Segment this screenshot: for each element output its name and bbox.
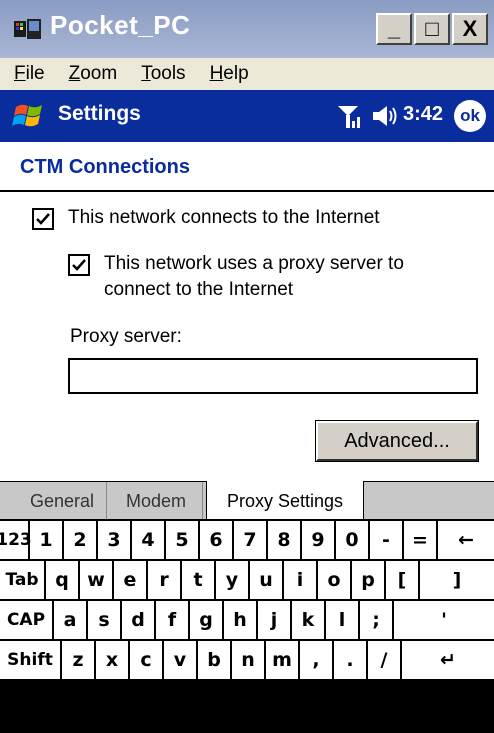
- proxy-checkbox-label-line2: connect to the Internet: [104, 279, 294, 300]
- soft-input-panel: 123 1 2 3 4 5 6 7 8 9 0- = ← Tab q w e r t y u i o p[] CAP a s d f…: [0, 519, 494, 681]
- key-row1-4[interactable]: 4: [132, 521, 166, 559]
- key-row4-3[interactable]: c: [130, 641, 164, 679]
- key-row1-11[interactable]: -: [370, 521, 404, 559]
- keyboard-row-2: Tab q w e r t y u i o p[]: [0, 561, 494, 601]
- key-row2-0[interactable]: Tab: [0, 561, 46, 599]
- key-row1-9[interactable]: 9: [302, 521, 336, 559]
- start-flag-icon[interactable]: [12, 99, 46, 133]
- title-divider: [0, 190, 494, 192]
- navigation-bar: Settings 3:42 ok: [0, 90, 494, 142]
- key-row2-1[interactable]: q: [46, 561, 80, 599]
- proxy-checkbox-row[interactable]: This network uses a proxy server to conn…: [68, 253, 404, 303]
- key-row3-11[interactable]: ': [394, 601, 494, 639]
- emulator-window: Pocket_PC _ □ X File Zoom Tools Help Set…: [0, 0, 494, 733]
- tab-proxy-settings[interactable]: Proxy Settings: [206, 481, 364, 521]
- proxy-checkbox-label-line1: This network uses a proxy server to: [104, 253, 404, 274]
- key-row2-5[interactable]: t: [182, 561, 216, 599]
- maximize-button[interactable]: □: [414, 13, 450, 45]
- key-row2-8[interactable]: i: [284, 561, 318, 599]
- menu-zoom[interactable]: Zoom: [59, 63, 128, 85]
- key-row1-5[interactable]: 5: [166, 521, 200, 559]
- checkmark-icon: [36, 213, 50, 225]
- key-row3-1[interactable]: a: [54, 601, 88, 639]
- key-row2-7[interactable]: u: [250, 561, 284, 599]
- close-button[interactable]: X: [452, 13, 488, 45]
- key-row3-8[interactable]: k: [292, 601, 326, 639]
- key-row1-8[interactable]: 8: [268, 521, 302, 559]
- internet-checkbox[interactable]: [32, 208, 54, 230]
- key-row1-3[interactable]: 3: [98, 521, 132, 559]
- key-row4-11[interactable]: ↵: [402, 641, 494, 679]
- app-icon: [14, 19, 41, 39]
- key-row4-4[interactable]: v: [164, 641, 198, 679]
- proxy-server-input[interactable]: [68, 358, 478, 394]
- key-row3-5[interactable]: g: [190, 601, 224, 639]
- ok-button[interactable]: ok: [454, 100, 486, 132]
- key-row1-6[interactable]: 6: [200, 521, 234, 559]
- keyboard-row-3: CAP a s d f g h j k l; ': [0, 601, 494, 641]
- key-row3-7[interactable]: j: [258, 601, 292, 639]
- menu-file[interactable]: File: [4, 63, 55, 85]
- tab-general[interactable]: General: [18, 482, 107, 520]
- key-row1-13[interactable]: ←: [438, 521, 494, 559]
- device-screen: Settings 3:42 ok CTM Connections This ne…: [0, 90, 494, 681]
- signal-icon[interactable]: [336, 103, 362, 129]
- page-title: CTM Connections: [20, 156, 190, 178]
- key-row3-10[interactable]: ;: [360, 601, 394, 639]
- key-row1-7[interactable]: 7: [234, 521, 268, 559]
- keyboard-row-1: 123 1 2 3 4 5 6 7 8 9 0- = ←: [0, 521, 494, 561]
- key-row2-6[interactable]: y: [216, 561, 250, 599]
- key-row4-7[interactable]: m: [266, 641, 300, 679]
- key-row2-2[interactable]: w: [80, 561, 114, 599]
- menu-tools[interactable]: Tools: [131, 63, 195, 85]
- key-row3-0[interactable]: CAP: [0, 601, 54, 639]
- key-row4-1[interactable]: z: [62, 641, 96, 679]
- advanced-button[interactable]: Advanced...: [315, 420, 479, 462]
- key-row3-6[interactable]: h: [224, 601, 258, 639]
- tab-bar: General Modem Proxy Settings: [0, 481, 494, 521]
- key-row1-1[interactable]: 1: [30, 521, 64, 559]
- key-row4-2[interactable]: x: [96, 641, 130, 679]
- key-row1-0[interactable]: 123: [0, 521, 32, 559]
- key-row3-4[interactable]: f: [156, 601, 190, 639]
- key-row2-10[interactable]: p: [352, 561, 386, 599]
- key-row3-3[interactable]: d: [122, 601, 156, 639]
- key-row4-5[interactable]: b: [198, 641, 232, 679]
- key-row4-6[interactable]: n: [232, 641, 266, 679]
- key-row2-3[interactable]: e: [114, 561, 148, 599]
- key-row1-12[interactable]: =: [404, 521, 438, 559]
- clock[interactable]: 3:42: [403, 103, 443, 126]
- proxy-checkbox[interactable]: [68, 254, 90, 276]
- checkmark-icon: [72, 259, 86, 271]
- internet-checkbox-row[interactable]: This network connects to the Internet: [32, 207, 380, 231]
- key-row1-2[interactable]: 2: [64, 521, 98, 559]
- key-row2-12[interactable]: ]: [420, 561, 494, 599]
- window-titlebar[interactable]: Pocket_PC _ □ X: [0, 0, 494, 58]
- keyboard-row-4: Shift z x c v b n m,. / ↵: [0, 641, 494, 681]
- navbar-title: Settings: [58, 102, 141, 125]
- key-row2-4[interactable]: r: [148, 561, 182, 599]
- speaker-icon[interactable]: [371, 104, 399, 128]
- minimize-button[interactable]: _: [376, 13, 412, 45]
- key-row4-9[interactable]: .: [334, 641, 368, 679]
- emulator-bottom-area: [0, 680, 494, 733]
- proxy-server-label: Proxy server:: [70, 326, 182, 347]
- key-row4-0[interactable]: Shift: [0, 641, 62, 679]
- key-row1-10[interactable]: 0: [336, 521, 370, 559]
- key-row3-2[interactable]: s: [88, 601, 122, 639]
- key-row4-8[interactable]: ,: [300, 641, 334, 679]
- key-row2-9[interactable]: o: [318, 561, 352, 599]
- tab-modem[interactable]: Modem: [110, 482, 203, 520]
- key-row3-9[interactable]: l: [326, 601, 360, 639]
- internet-checkbox-label: This network connects to the Internet: [68, 207, 380, 228]
- key-row4-10[interactable]: /: [368, 641, 402, 679]
- menubar: File Zoom Tools Help: [0, 58, 494, 90]
- window-title: Pocket_PC: [50, 10, 191, 40]
- key-row2-11[interactable]: [: [386, 561, 420, 599]
- menu-help[interactable]: Help: [200, 63, 259, 85]
